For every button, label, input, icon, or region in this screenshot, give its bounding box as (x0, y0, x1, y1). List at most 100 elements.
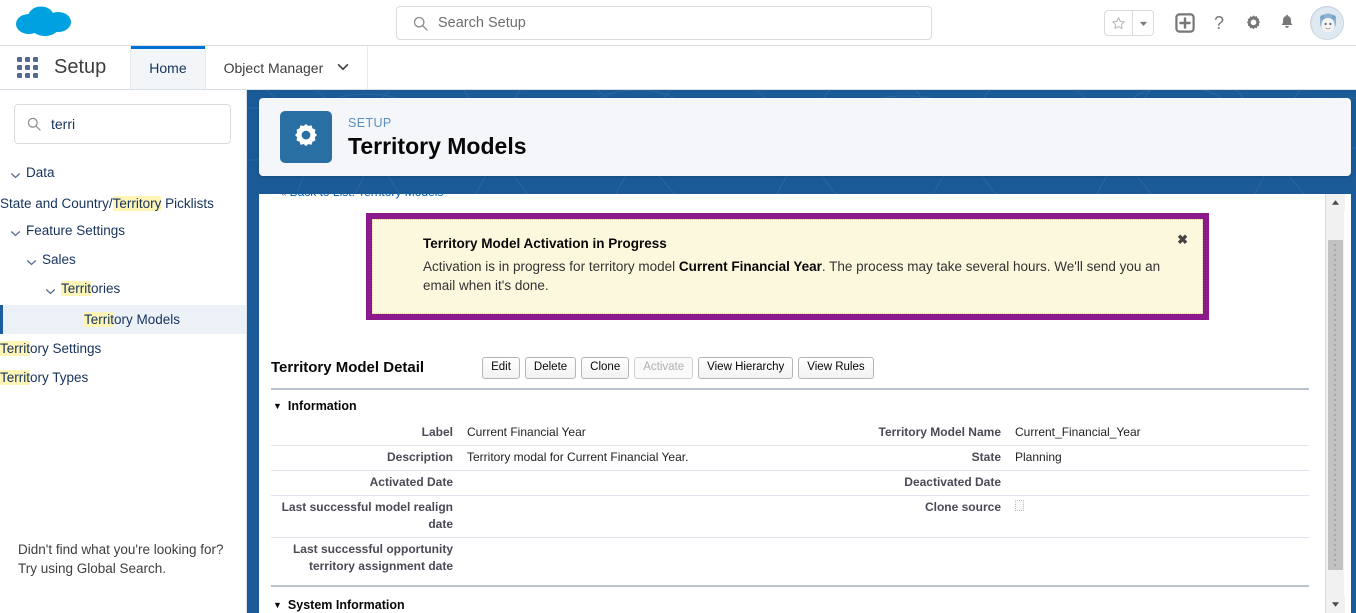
leaf-pre: State and Country/ (0, 196, 113, 211)
breadcrumb-back-to-list[interactable]: «Back to List: Territory Models (259, 194, 1329, 199)
tree-node-feature-settings-label: Feature Settings (26, 223, 126, 238)
field-label: Description (271, 445, 463, 471)
global-header: ? (0, 0, 1356, 46)
favorites-star-icon[interactable] (1105, 11, 1132, 35)
information-section-label: Information (287, 399, 357, 413)
leaf-highlight: Territ (84, 312, 114, 327)
view-rules-button[interactable]: View Rules (798, 357, 874, 379)
tree-node-feature-settings[interactable]: Feature Settings (0, 218, 246, 247)
field-value: Current_Financial_Year (1011, 421, 1309, 446)
global-search[interactable] (396, 6, 932, 40)
leaf-post: ory Types (30, 370, 89, 385)
field-label: Activated Date (271, 470, 463, 496)
grid-spacer (761, 538, 819, 580)
search-icon (27, 117, 41, 131)
scroll-up-arrow-icon[interactable] (1326, 194, 1345, 211)
table-row: Activated Date Deactivated Date (271, 470, 1309, 496)
field-value (1011, 538, 1309, 580)
information-field-grid: Label Current Financial Year Territory M… (271, 421, 1309, 579)
delete-button[interactable]: Delete (524, 357, 577, 379)
leaf-post: ory Settings (30, 341, 102, 356)
sidebar-footer-hint: Didn't find what you're looking for? Try… (18, 540, 233, 578)
setup-gear-icon[interactable] (1236, 6, 1270, 40)
view-hierarchy-button[interactable]: View Hierarchy (698, 357, 794, 379)
sidebar-item-territory-types[interactable]: Territory Types (0, 363, 246, 392)
double-chevron-left-icon: « (281, 194, 287, 199)
tab-home-label: Home (149, 59, 187, 76)
user-avatar[interactable] (1310, 6, 1344, 40)
page-title: Territory Models (348, 132, 527, 159)
field-value (463, 495, 761, 538)
page-header-card: SETUP Territory Models (259, 98, 1351, 176)
field-value (1011, 495, 1309, 538)
field-value: Territory modal for Current Financial Ye… (463, 445, 761, 471)
tree-node-territories[interactable]: Territories (0, 276, 246, 305)
information-section-header[interactable]: ▼ Information (271, 390, 1309, 421)
tree-node-data[interactable]: Data (0, 160, 246, 189)
triangle-down-icon: ▼ (273, 401, 282, 411)
sidebar-footer-line1: Didn't find what you're looking for? (18, 542, 224, 557)
scrollbar-grip (1334, 241, 1336, 569)
scroll-down-arrow-icon[interactable] (1326, 596, 1345, 613)
field-value (463, 470, 761, 496)
activate-button: Activate (634, 357, 694, 379)
grid-spacer (761, 421, 819, 446)
field-value (463, 538, 761, 580)
vertical-scrollbar[interactable] (1325, 194, 1345, 613)
gear-icon (280, 111, 332, 163)
tab-object-manager-label: Object Manager (223, 59, 324, 76)
chevron-down-icon (26, 250, 42, 273)
chevron-down-icon (10, 163, 26, 186)
system-information-section-header[interactable]: ▼ System Information (271, 585, 1309, 613)
scrollbar-thumb[interactable] (1328, 240, 1343, 570)
setup-nav-bar: Setup Home Object Manager (0, 46, 1356, 90)
tab-object-manager[interactable]: Object Manager (204, 46, 369, 89)
field-label (819, 538, 1011, 580)
search-input[interactable] (438, 15, 898, 31)
help-icon[interactable]: ? (1202, 6, 1236, 40)
alert-body-prefix: Activation is in progress for territory … (423, 259, 679, 274)
quick-find-box[interactable] (14, 104, 231, 144)
header-icon-group: ? (1104, 0, 1348, 46)
detail-header-bar: Territory Model Detail Edit Delete Clone… (271, 357, 1309, 390)
leaf-highlight: Territ (0, 341, 30, 356)
territory-model-detail: Territory Model Detail Edit Delete Clone… (259, 357, 1329, 613)
favorites-control[interactable] (1104, 10, 1154, 36)
field-value: Planning (1011, 445, 1309, 471)
page-eyebrow: SETUP (348, 115, 392, 130)
alert-highlight-frame: ✖ Territory Model Activation in Progress… (367, 214, 1208, 319)
field-label: Label (271, 421, 463, 446)
app-launcher-icon[interactable] (0, 46, 54, 89)
field-label: State (819, 445, 1011, 471)
main-canvas: SETUP Territory Models «Back to List: Te… (247, 90, 1356, 613)
field-label: Clone source (819, 495, 1011, 538)
tree-node-sales[interactable]: Sales (0, 247, 246, 276)
quick-find-input[interactable] (51, 116, 216, 132)
table-row: Last successful opportunity territory as… (271, 538, 1309, 580)
sidebar-item-state-country-territory-picklists[interactable]: State and Country/Territory Picklists (0, 189, 246, 218)
detail-action-buttons: Edit Delete Clone Activate View Hierarch… (482, 357, 874, 379)
detail-title: Territory Model Detail (271, 359, 425, 376)
favorites-dropdown-icon[interactable] (1132, 11, 1153, 35)
table-row: Label Current Financial Year Territory M… (271, 421, 1309, 446)
setup-sidebar: Data State and Country/Territory Picklis… (0, 90, 247, 613)
tree-node-sales-label: Sales (42, 252, 76, 267)
sidebar-item-territory-settings[interactable]: Territory Settings (0, 334, 246, 363)
leaf-post: Picklists (161, 196, 214, 211)
sidebar-item-territory-models[interactable]: Territory Models (0, 305, 246, 334)
grid-spacer (761, 495, 819, 538)
setup-tree: Data State and Country/Territory Picklis… (0, 160, 246, 392)
add-favorite-icon[interactable] (1168, 6, 1202, 40)
salesforce-cloud-logo[interactable] (14, 3, 76, 43)
close-icon[interactable]: ✖ (1177, 232, 1188, 248)
edit-button[interactable]: Edit (482, 357, 520, 379)
clone-button[interactable]: Clone (581, 357, 630, 379)
notifications-bell-icon[interactable] (1270, 6, 1304, 40)
tab-home[interactable]: Home (130, 46, 205, 89)
field-label: Last successful opportunity territory as… (292, 542, 453, 573)
alert-body: Activation is in progress for territory … (423, 257, 1173, 295)
chevron-down-icon (10, 221, 26, 244)
alert-body-model-name: Current Financial Year (678, 259, 822, 274)
leaf-highlight: Territory (112, 196, 162, 211)
triangle-down-icon: ▼ (273, 600, 282, 610)
